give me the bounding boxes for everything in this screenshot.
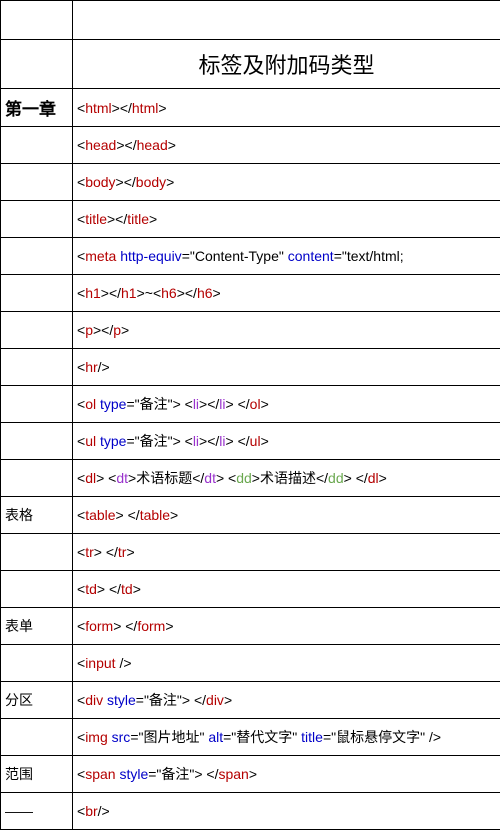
table-row: <img src="图片地址" alt="替代文字" title="鼠标悬停文字… — [1, 719, 500, 756]
table-row: <input /> — [1, 645, 500, 682]
code-cell: <p></p> — [73, 312, 500, 349]
row-label-dash: —— — [1, 793, 73, 830]
row-label-span: 范围 — [1, 756, 73, 793]
code-cell: <html></html> — [73, 89, 500, 127]
table-row: <ol type="备注"> <li></li> </ol> — [1, 386, 500, 423]
table-row: 第一章 <html></html> — [1, 89, 500, 127]
table-row: <tr> </tr> — [1, 534, 500, 571]
code-cell: <ol type="备注"> <li></li> </ol> — [73, 386, 500, 423]
table-row: <dl> <dt>术语标题</dt> <dd>术语描述</dd> </dl> — [1, 460, 500, 497]
table-row: <h1></h1>~<h6></h6> — [1, 275, 500, 312]
table-row: <ul type="备注"> <li></li> </ul> — [1, 423, 500, 460]
blank-row — [1, 1, 500, 40]
reference-table: 标签及附加码类型 第一章 <html></html> <head></head>… — [0, 0, 500, 830]
row-label-form: 表单 — [1, 608, 73, 645]
row-label-table: 表格 — [1, 497, 73, 534]
code-cell: <hr/> — [73, 349, 500, 386]
code-cell: <dl> <dt>术语标题</dt> <dd>术语描述</dd> </dl> — [73, 460, 500, 497]
code-cell: <div style="备注"> </div> — [73, 682, 500, 719]
code-cell: <span style="备注"> </span> — [73, 756, 500, 793]
code-cell: <form> </form> — [73, 608, 500, 645]
table-row: 范围 <span style="备注"> </span> — [1, 756, 500, 793]
code-cell: <br/> — [73, 793, 500, 830]
table-row: —— <br/> — [1, 793, 500, 830]
table-row: <p></p> — [1, 312, 500, 349]
code-cell: <table> </table> — [73, 497, 500, 534]
title-row: 标签及附加码类型 — [1, 40, 500, 89]
code-cell: <meta http-equiv="Content-Type" content=… — [73, 238, 500, 275]
table-row: <body></body> — [1, 164, 500, 201]
code-cell: <title></title> — [73, 201, 500, 238]
code-cell: <input /> — [73, 645, 500, 682]
table-row: <hr/> — [1, 349, 500, 386]
table-row: <title></title> — [1, 201, 500, 238]
code-cell: <body></body> — [73, 164, 500, 201]
table-row: 表格 <table> </table> — [1, 497, 500, 534]
code-cell: <ul type="备注"> <li></li> </ul> — [73, 423, 500, 460]
row-label-div: 分区 — [1, 682, 73, 719]
code-cell: <h1></h1>~<h6></h6> — [73, 275, 500, 312]
page-title: 标签及附加码类型 — [73, 40, 500, 89]
chapter-label: 第一章 — [1, 89, 73, 127]
table-row: <td> </td> — [1, 571, 500, 608]
code-cell: <td> </td> — [73, 571, 500, 608]
code-cell: <head></head> — [73, 127, 500, 164]
table-row: <head></head> — [1, 127, 500, 164]
code-cell: <img src="图片地址" alt="替代文字" title="鼠标悬停文字… — [73, 719, 500, 756]
table-row: 分区 <div style="备注"> </div> — [1, 682, 500, 719]
table-row: <meta http-equiv="Content-Type" content=… — [1, 238, 500, 275]
code-cell: <tr> </tr> — [73, 534, 500, 571]
table-row: 表单 <form> </form> — [1, 608, 500, 645]
